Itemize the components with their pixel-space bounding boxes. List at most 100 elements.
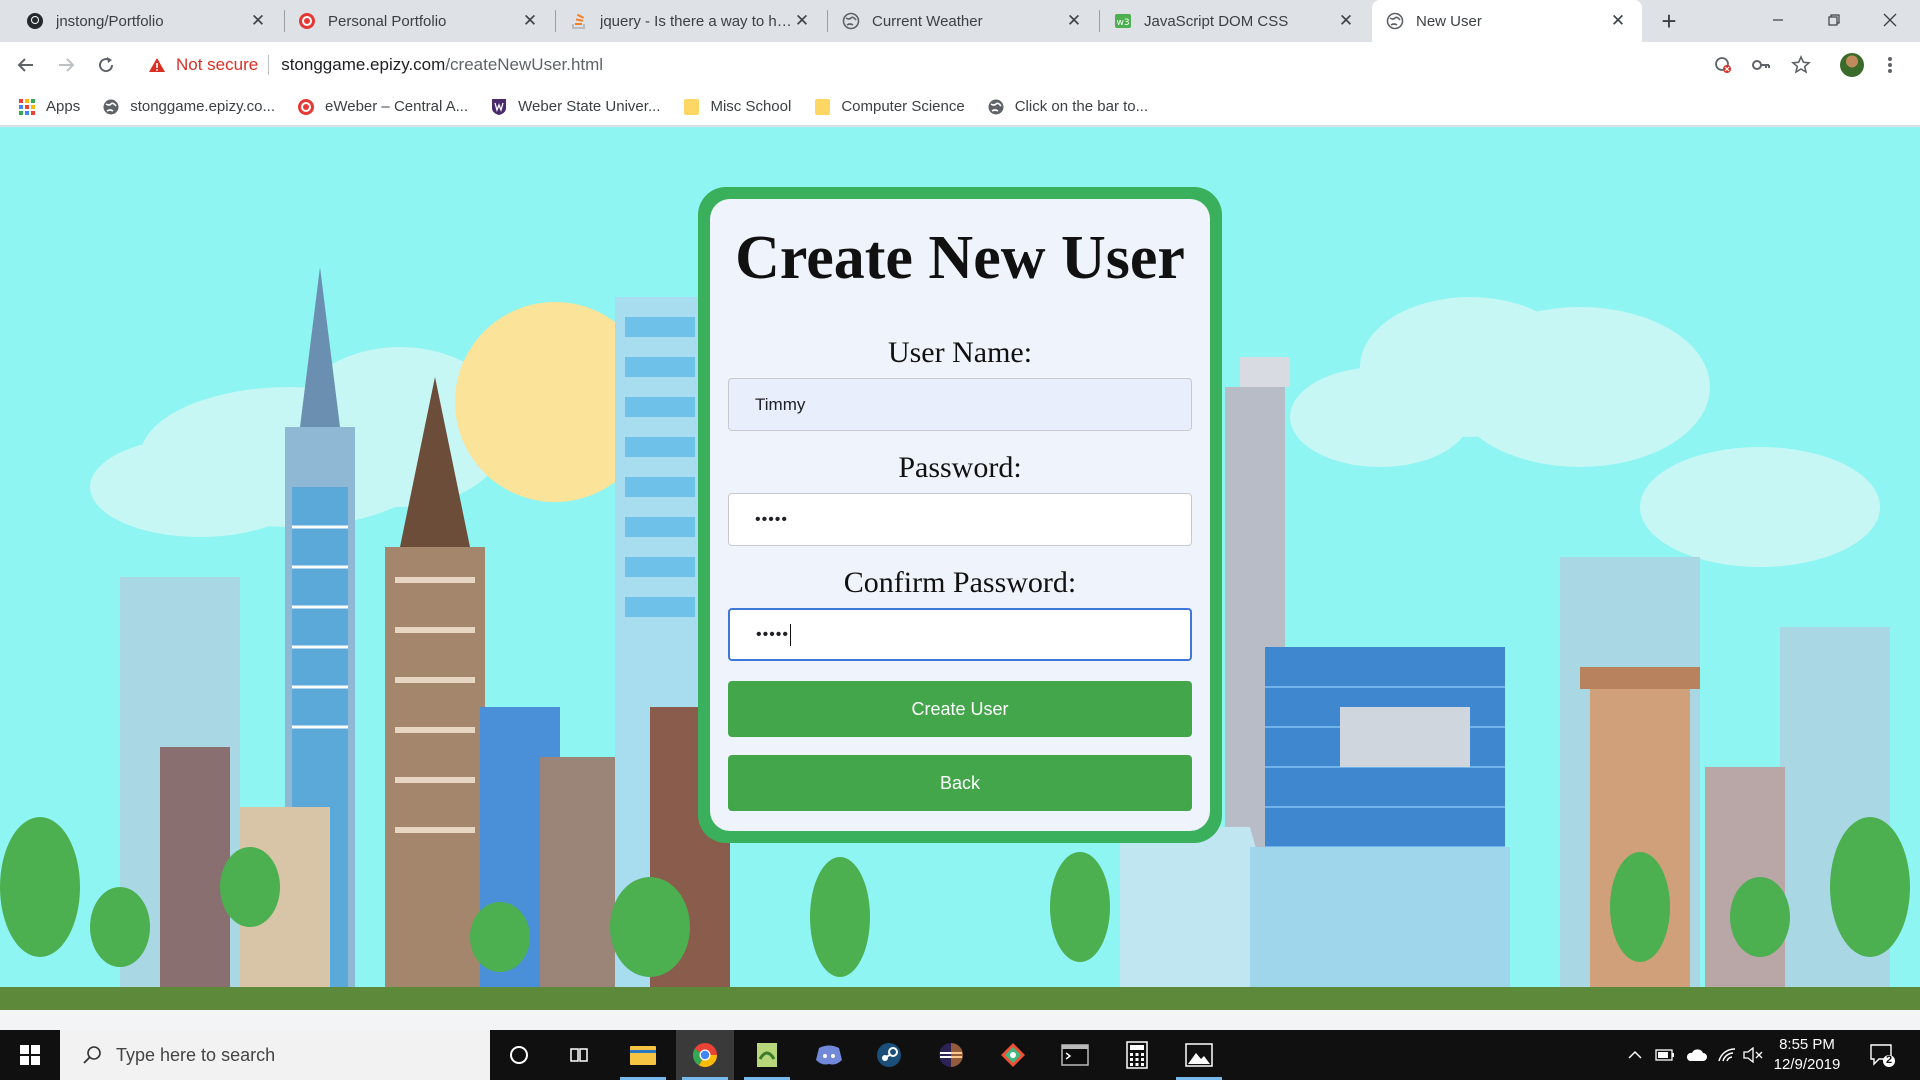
folder-icon bbox=[813, 98, 831, 116]
restore-icon bbox=[1828, 14, 1840, 26]
security-status-label[interactable]: Not secure bbox=[176, 55, 258, 75]
photos-icon bbox=[1185, 1043, 1213, 1067]
tab-title: Current Weather bbox=[872, 12, 983, 30]
create-user-form: Create New User User Name: Timmy Passwor… bbox=[710, 199, 1210, 831]
clock-time: 8:55 PM bbox=[1779, 1036, 1835, 1053]
extension-button[interactable] bbox=[1710, 52, 1736, 78]
tab-strip: jnstong/Portfolio ✕ Personal Portfolio ✕… bbox=[0, 0, 1920, 42]
taskbar-app-photos[interactable] bbox=[1170, 1030, 1228, 1080]
taskbar-app-discord[interactable] bbox=[800, 1030, 858, 1080]
close-icon[interactable]: ✕ bbox=[520, 11, 540, 31]
apps-icon bbox=[18, 98, 36, 116]
forward-nav-button[interactable] bbox=[50, 49, 82, 81]
username-value: Timmy bbox=[755, 394, 806, 414]
close-window-button[interactable] bbox=[1862, 0, 1918, 40]
create-user-button[interactable]: Create User bbox=[728, 681, 1192, 737]
page-viewport: Create New User User Name: Timmy Passwor… bbox=[0, 127, 1920, 1010]
username-input[interactable]: Timmy bbox=[728, 378, 1192, 431]
close-icon[interactable]: ✕ bbox=[1608, 11, 1628, 31]
bookmark-stonggame[interactable]: stonggame.epizy.co... bbox=[102, 98, 275, 116]
back-button[interactable]: Back bbox=[728, 755, 1192, 811]
tab-personal-portfolio[interactable]: Personal Portfolio ✕ bbox=[284, 0, 554, 42]
taskbar-app-eclipse[interactable] bbox=[922, 1030, 980, 1080]
menu-button[interactable] bbox=[1880, 52, 1900, 78]
url-host: stonggame.epizy.com bbox=[281, 55, 446, 74]
bookmark-apps[interactable]: Apps bbox=[18, 98, 80, 116]
bookmark-eweber[interactable]: eWeber – Central A... bbox=[297, 98, 468, 116]
w3schools-icon: w3 bbox=[1114, 12, 1132, 30]
git-icon bbox=[1001, 1043, 1025, 1067]
search-placeholder: Type here to search bbox=[116, 1044, 276, 1065]
bookmark-label: eWeber – Central A... bbox=[325, 98, 469, 115]
reload-button[interactable] bbox=[90, 49, 122, 81]
bookmark-click-on-bar[interactable]: Click on the bar to... bbox=[987, 98, 1148, 116]
profile-avatar[interactable] bbox=[1840, 53, 1864, 77]
url-path: /createNewUser.html bbox=[445, 55, 604, 74]
steam-icon bbox=[877, 1043, 901, 1067]
passwords-button[interactable] bbox=[1748, 52, 1774, 78]
bookmarks-bar: Apps stonggame.epizy.co... eWeber – Cent… bbox=[0, 88, 1920, 126]
tab-github-portfolio[interactable]: jnstong/Portfolio ✕ bbox=[12, 0, 282, 42]
show-hidden-icons-button[interactable] bbox=[1620, 1030, 1650, 1080]
notepad-plus-icon bbox=[757, 1043, 777, 1067]
close-icon[interactable]: ✕ bbox=[1064, 11, 1084, 31]
system-clock[interactable]: 8:55 PM 12/9/2019 bbox=[1762, 1035, 1852, 1075]
discord-icon bbox=[816, 1045, 842, 1065]
minimize-icon bbox=[1773, 19, 1783, 21]
onedrive-status[interactable] bbox=[1680, 1030, 1712, 1080]
tab-new-user[interactable]: New User ✕ bbox=[1372, 0, 1642, 42]
taskbar-app-file-explorer[interactable] bbox=[614, 1030, 672, 1080]
restore-button[interactable] bbox=[1806, 0, 1862, 40]
tab-title: Personal Portfolio bbox=[328, 12, 447, 30]
action-center-button[interactable]: 2 bbox=[1862, 1030, 1902, 1080]
close-icon[interactable]: ✕ bbox=[792, 11, 812, 31]
tab-stackoverflow[interactable]: jquery - Is there a way to hide ✕ bbox=[556, 0, 826, 42]
taskbar-app-steam[interactable] bbox=[860, 1030, 918, 1080]
globe-icon bbox=[987, 98, 1005, 116]
password-input[interactable]: ••••• bbox=[728, 493, 1192, 546]
calculator-icon bbox=[1126, 1041, 1148, 1069]
battery-status[interactable] bbox=[1650, 1030, 1680, 1080]
key-icon bbox=[1752, 60, 1770, 70]
bookmark-folder-computer-science[interactable]: Computer Science bbox=[813, 98, 965, 116]
bookmark-folder-misc-school[interactable]: Misc School bbox=[682, 98, 791, 116]
globe-icon bbox=[842, 12, 860, 30]
folder-icon bbox=[682, 98, 700, 116]
tab-javascript-dom-css[interactable]: w3 JavaScript DOM CSS ✕ bbox=[1100, 0, 1370, 42]
taskbar-app-notepad-plus[interactable] bbox=[738, 1030, 796, 1080]
bookmark-label: Click on the bar to... bbox=[1014, 98, 1149, 115]
address-bar[interactable]: Not secure stonggame.epizy.com /createNe… bbox=[136, 48, 1876, 82]
chrome-icon bbox=[692, 1043, 717, 1068]
taskbar-search-box[interactable]: Type here to search bbox=[60, 1030, 490, 1080]
wifi-status[interactable] bbox=[1712, 1030, 1742, 1080]
taskbar-app-terminal[interactable] bbox=[1046, 1030, 1104, 1080]
bookmark-label: Weber State Univer... bbox=[518, 98, 661, 115]
terminal-icon bbox=[1061, 1044, 1089, 1066]
cortana-button[interactable] bbox=[490, 1030, 548, 1080]
globe-icon bbox=[1386, 12, 1404, 30]
tab-title: New User bbox=[1416, 12, 1482, 30]
wifi-icon bbox=[1718, 1048, 1736, 1062]
back-nav-button[interactable] bbox=[10, 49, 42, 81]
globe-icon bbox=[102, 98, 120, 116]
warning-icon[interactable] bbox=[148, 56, 166, 74]
confirm-password-input[interactable]: ••••• bbox=[728, 608, 1192, 661]
tab-title: jquery - Is there a way to hide bbox=[600, 12, 792, 30]
tab-current-weather[interactable]: Current Weather ✕ bbox=[828, 0, 1098, 42]
task-view-button[interactable] bbox=[550, 1030, 608, 1080]
start-button[interactable] bbox=[0, 1030, 60, 1080]
close-icon[interactable]: ✕ bbox=[248, 11, 268, 31]
tab-title: JavaScript DOM CSS bbox=[1144, 12, 1289, 30]
username-label: User Name: bbox=[887, 336, 1033, 369]
bookmark-star-button[interactable] bbox=[1788, 52, 1814, 78]
close-icon[interactable]: ✕ bbox=[1336, 11, 1356, 31]
taskbar-app-chrome[interactable] bbox=[676, 1030, 734, 1080]
minimize-button[interactable] bbox=[1750, 0, 1806, 40]
search-icon bbox=[83, 1046, 101, 1064]
taskbar-app-gitkraken[interactable] bbox=[984, 1030, 1042, 1080]
windows-taskbar: Type here to search 8:55 PM 12/9/2019 2 bbox=[0, 1030, 1920, 1080]
new-tab-button[interactable]: + bbox=[1654, 6, 1684, 36]
page-title: Create New User bbox=[735, 224, 1185, 292]
taskbar-app-calculator[interactable] bbox=[1108, 1030, 1166, 1080]
bookmark-weber-state[interactable]: Weber State Univer... bbox=[490, 98, 660, 116]
